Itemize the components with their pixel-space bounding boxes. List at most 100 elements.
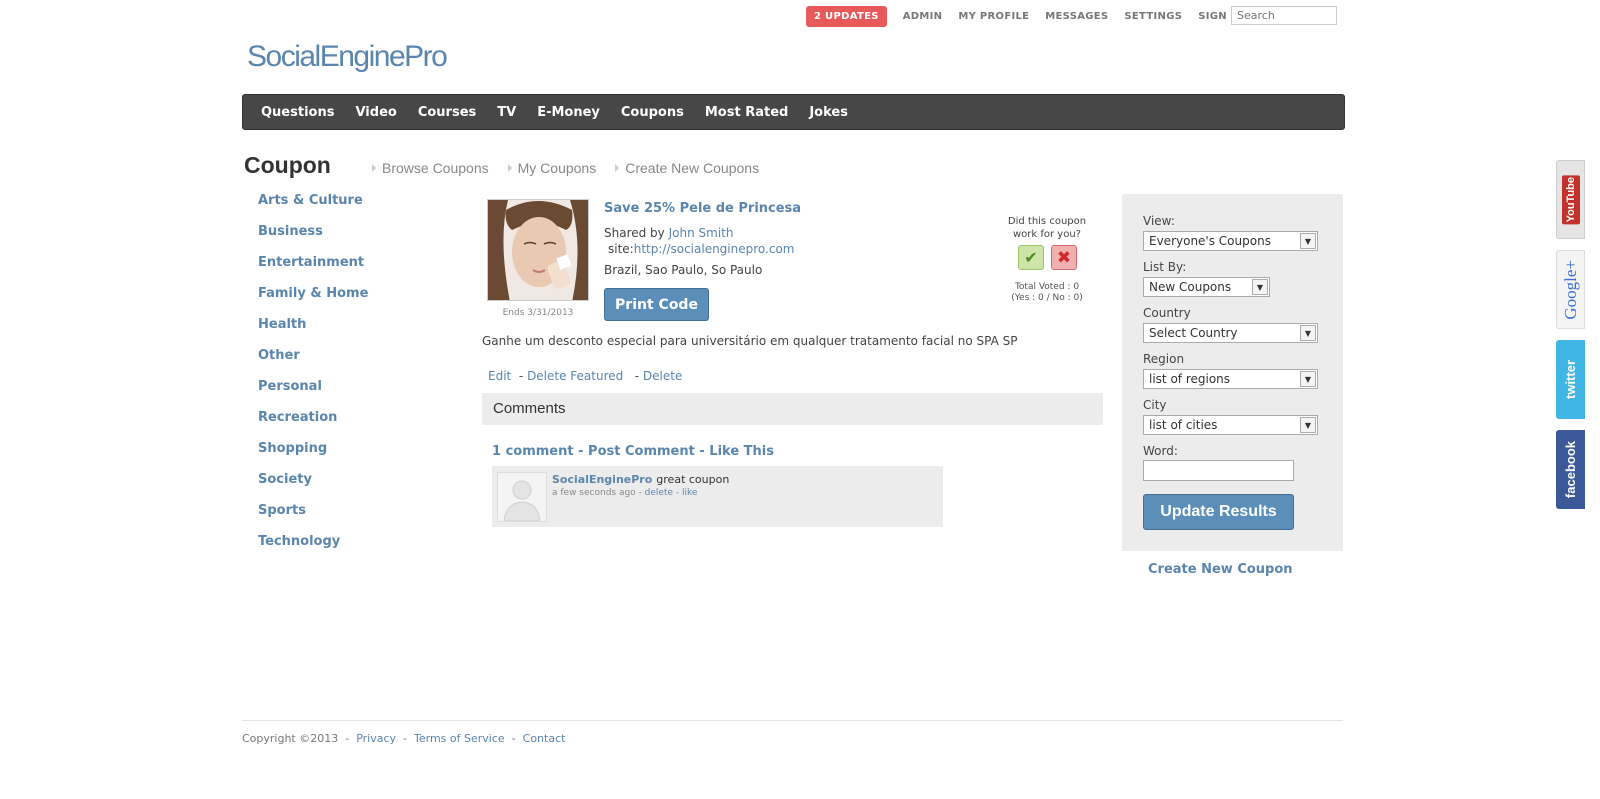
comment-text: great coupon <box>656 473 730 486</box>
update-results-button[interactable]: Update Results <box>1143 494 1294 530</box>
word-input[interactable] <box>1143 460 1294 481</box>
view-label: View: <box>1143 214 1175 228</box>
top-link-messages[interactable]: MESSAGES <box>1045 11 1108 22</box>
twitter-tab[interactable]: twitter <box>1556 340 1585 419</box>
coupon-end-date: Ends 3/31/2013 <box>502 308 574 318</box>
city-label: City <box>1143 398 1167 412</box>
nav-tv[interactable]: TV <box>497 105 516 120</box>
youtube-tab[interactable]: YouTube <box>1556 160 1585 239</box>
updates-badge[interactable]: 2 UPDATES <box>806 5 887 27</box>
nav-most-rated[interactable]: Most Rated <box>705 105 788 120</box>
search-input[interactable] <box>1231 6 1337 25</box>
footer-terms-link[interactable]: Terms of Service <box>414 732 505 745</box>
vote-yes-button[interactable]: ✔ <box>1018 245 1044 270</box>
coupon-actions: Edit - Delete Featured - Delete <box>488 369 682 383</box>
triangle-right-icon <box>372 164 376 172</box>
like-this-link[interactable]: Like This <box>709 444 774 459</box>
category-shopping[interactable]: Shopping <box>258 441 368 472</box>
comment-count: 1 comment <box>492 444 574 459</box>
chevron-down-icon: ▼ <box>1300 325 1316 341</box>
subnav-my-coupons[interactable]: My Coupons <box>507 160 597 176</box>
nav-e-money[interactable]: E-Money <box>537 105 600 120</box>
top-nav: 2 UPDATES ADMIN MY PROFILE MESSAGES SETT… <box>806 5 1255 27</box>
delete-link[interactable]: Delete <box>643 369 682 383</box>
view-select-value: Everyone's Coupons <box>1149 234 1271 248</box>
chevron-down-icon: ▼ <box>1300 233 1316 249</box>
triangle-right-icon <box>615 164 620 172</box>
comment-sub-line: a few seconds ago - delete - like <box>552 488 698 498</box>
create-new-coupon-link[interactable]: Create New Coupon <box>1148 562 1293 577</box>
post-comment-link[interactable]: Post Comment <box>588 444 695 459</box>
region-select-value: list of regions <box>1149 372 1231 386</box>
facebook-icon: facebook <box>1563 440 1578 499</box>
edit-link[interactable]: Edit <box>488 369 511 383</box>
category-health[interactable]: Health <box>258 317 368 348</box>
user-silhouette-icon <box>503 480 541 521</box>
region-select[interactable]: list of regions ▼ <box>1143 369 1318 389</box>
google-plus-icon: Google+ <box>1560 259 1580 320</box>
footer-contact-link[interactable]: Contact <box>523 732 566 745</box>
page-title: Coupon <box>244 152 331 178</box>
footer-divider <box>242 720 1343 721</box>
triangle-right-icon <box>507 164 512 172</box>
nav-jokes[interactable]: Jokes <box>809 105 848 120</box>
shared-by-label: Shared by <box>604 226 665 240</box>
category-other[interactable]: Other <box>258 348 368 379</box>
nav-questions[interactable]: Questions <box>261 105 334 120</box>
chevron-down-icon: ▼ <box>1252 279 1268 295</box>
filter-panel: View: Everyone's Coupons ▼ List By: New … <box>1122 194 1343 551</box>
nav-coupons[interactable]: Coupons <box>621 105 684 120</box>
category-society[interactable]: Society <box>258 472 368 503</box>
coupon-image[interactable] <box>487 199 589 301</box>
woman-face-image <box>488 200 588 300</box>
subnav-label: Browse Coupons <box>382 160 489 176</box>
category-arts-culture[interactable]: Arts & Culture <box>258 193 368 224</box>
top-bar: 2 UPDATES ADMIN MY PROFILE MESSAGES SETT… <box>0 5 1600 29</box>
site-label: site: <box>608 242 634 256</box>
top-link-my-profile[interactable]: MY PROFILE <box>958 11 1029 22</box>
category-technology[interactable]: Technology <box>258 534 368 565</box>
vote-breakdown: (Yes : 0 / No : 0) <box>1011 293 1083 303</box>
category-personal[interactable]: Personal <box>258 379 368 410</box>
word-label: Word: <box>1143 444 1178 458</box>
list-by-select-value: New Coupons <box>1149 280 1232 294</box>
vote-no-button[interactable]: ✖ <box>1051 245 1077 270</box>
youtube-icon: YouTube <box>1561 174 1580 225</box>
main-nav: Questions Video Courses TV E-Money Coupo… <box>242 94 1345 130</box>
comment-like-link[interactable]: like <box>682 488 697 498</box>
avatar[interactable] <box>497 472 547 522</box>
list-by-select[interactable]: New Coupons ▼ <box>1143 277 1270 297</box>
print-code-button[interactable]: Print Code <box>604 288 709 321</box>
subnav-create-new-coupons[interactable]: Create New Coupons <box>615 160 759 176</box>
coupon-site-link[interactable]: http://socialenginepro.com <box>634 242 795 256</box>
category-family-home[interactable]: Family & Home <box>258 286 368 317</box>
city-select[interactable]: list of cities ▼ <box>1143 415 1318 435</box>
coupon-title[interactable]: Save 25% Pele de Princesa <box>604 201 801 216</box>
nav-courses[interactable]: Courses <box>418 105 476 120</box>
country-select[interactable]: Select Country ▼ <box>1143 323 1318 343</box>
top-link-admin[interactable]: ADMIN <box>903 11 943 22</box>
country-select-value: Select Country <box>1149 326 1238 340</box>
facebook-tab[interactable]: facebook <box>1556 430 1585 509</box>
comment-delete-link[interactable]: delete <box>645 488 673 498</box>
coupon-author-link[interactable]: John Smith <box>669 226 734 240</box>
category-business[interactable]: Business <box>258 224 368 255</box>
nav-video[interactable]: Video <box>355 105 396 120</box>
category-sports[interactable]: Sports <box>258 503 368 534</box>
subnav-label: My Coupons <box>517 160 597 176</box>
footer-privacy-link[interactable]: Privacy <box>356 732 396 745</box>
coupon-site: site:http://socialenginepro.com <box>608 242 794 256</box>
category-entertainment[interactable]: Entertainment <box>258 255 368 286</box>
chevron-down-icon: ▼ <box>1300 371 1316 387</box>
delete-featured-link[interactable]: Delete Featured <box>527 369 623 383</box>
sub-nav: Browse Coupons My Coupons Create New Cou… <box>372 160 778 176</box>
view-select[interactable]: Everyone's Coupons ▼ <box>1143 231 1318 251</box>
category-recreation[interactable]: Recreation <box>258 410 368 441</box>
coupon-shared-by: Shared by John Smith <box>604 226 733 240</box>
x-mark-icon: ✖ <box>1056 247 1072 268</box>
site-logo[interactable]: SocialEnginePro <box>247 40 448 74</box>
google-plus-tab[interactable]: Google+ <box>1556 250 1585 329</box>
top-link-settings[interactable]: SETTINGS <box>1124 11 1182 22</box>
comment-author-link[interactable]: SocialEnginePro <box>552 473 652 486</box>
subnav-browse-coupons[interactable]: Browse Coupons <box>372 160 489 176</box>
